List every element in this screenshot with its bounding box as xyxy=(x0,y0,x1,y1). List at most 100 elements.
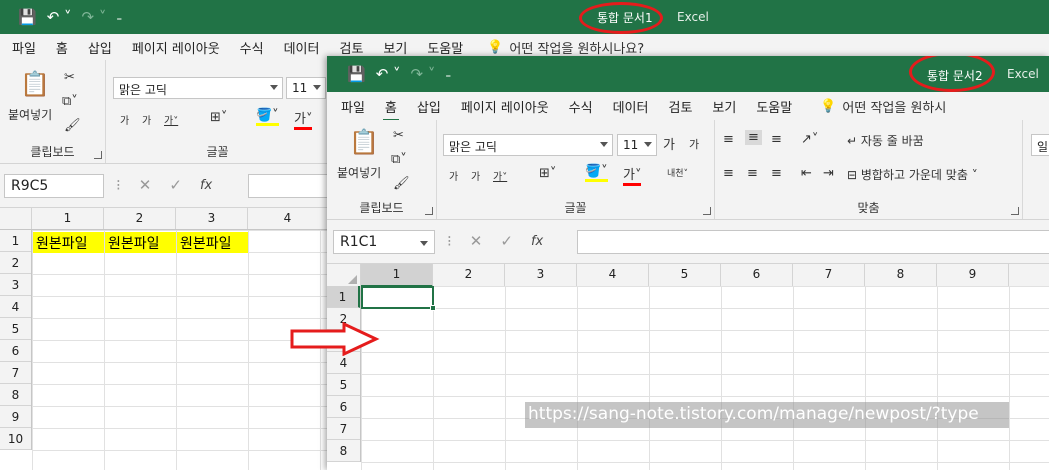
column-header[interactable]: 2 xyxy=(104,208,176,229)
row-header[interactable]: 5 xyxy=(0,318,31,340)
format-painter-icon[interactable]: 🖌 xyxy=(393,176,410,191)
customize-qat-icon[interactable]: ₌ xyxy=(445,68,451,81)
sheet-grid-2[interactable] xyxy=(361,286,1049,470)
column-header[interactable]: 3 xyxy=(176,208,248,229)
cell-r1c3[interactable]: 원본파일 xyxy=(177,232,248,253)
align-center-icon[interactable]: ≡ xyxy=(747,166,758,181)
select-all-corner[interactable] xyxy=(0,208,32,229)
font-color-icon[interactable]: 가˅ xyxy=(294,108,313,130)
fill-handle-icon[interactable] xyxy=(430,305,436,311)
cell-r1c1[interactable]: 원본파일 xyxy=(33,232,104,253)
bold-icon[interactable]: 가 xyxy=(449,168,458,183)
cell-r1c2[interactable]: 원본파일 xyxy=(105,232,176,253)
italic-icon[interactable]: 가 xyxy=(471,168,480,183)
save-icon[interactable]: 💾 xyxy=(347,65,366,83)
tab-data[interactable]: 데이터 xyxy=(603,97,659,116)
tab-home[interactable]: 홈 xyxy=(375,97,407,121)
format-painter-icon[interactable]: 🖌 xyxy=(64,118,81,133)
merge-center-button[interactable]: ⊟ 병합하고 가운데 맞춤 ˅ xyxy=(847,166,978,183)
tab-data[interactable]: 데이터 xyxy=(274,38,330,57)
tab-review[interactable]: 검토 xyxy=(329,38,373,57)
tell-me-box[interactable]: 💡 어떤 작업을 원하시 xyxy=(820,97,946,116)
copy-icon[interactable]: ⧉˅ xyxy=(62,94,78,109)
paste-button[interactable]: 붙여넣기 xyxy=(337,164,381,181)
tab-page-layout[interactable]: 페이지 레이아웃 xyxy=(122,38,230,57)
tab-insert[interactable]: 삽입 xyxy=(78,38,122,57)
align-right-icon[interactable]: ≡ xyxy=(771,166,782,181)
tab-file[interactable]: 파일 xyxy=(2,38,46,57)
column-header[interactable]: 5 xyxy=(649,264,721,287)
row-header[interactable]: 2 xyxy=(0,252,31,274)
decrease-font-icon[interactable]: 가 xyxy=(689,136,699,152)
number-format-combo[interactable]: 일빈 xyxy=(1031,134,1049,156)
row-header[interactable]: 7 xyxy=(0,362,31,384)
tab-review[interactable]: 검토 xyxy=(658,97,702,116)
select-all-corner[interactable] xyxy=(327,264,361,287)
paste-icon[interactable]: 📋 xyxy=(349,128,379,156)
clipboard-launcher-icon[interactable] xyxy=(425,207,433,215)
tab-page-layout[interactable]: 페이지 레이아웃 xyxy=(451,97,559,116)
column-header[interactable]: 3 xyxy=(505,264,577,287)
underline-icon[interactable]: 가˅ xyxy=(164,112,178,127)
align-top-icon[interactable]: ≡ xyxy=(723,132,734,147)
insert-function-icon[interactable]: fx xyxy=(531,234,543,249)
active-cell[interactable] xyxy=(361,286,436,311)
column-header[interactable]: 6 xyxy=(721,264,793,287)
column-header[interactable]: 8 xyxy=(865,264,937,287)
tab-home[interactable]: 홈 xyxy=(46,38,78,62)
column-header[interactable]: 4 xyxy=(577,264,649,287)
cancel-icon[interactable]: ✕ xyxy=(139,176,152,194)
font-size-combo[interactable]: 11 xyxy=(286,77,326,99)
column-header[interactable]: 2 xyxy=(433,264,505,287)
column-header[interactable]: 1 xyxy=(361,264,433,287)
increase-font-icon[interactable]: 가 xyxy=(663,134,675,153)
tab-view[interactable]: 보기 xyxy=(373,38,417,57)
tab-insert[interactable]: 삽입 xyxy=(407,97,451,116)
row-header[interactable]: 7 xyxy=(327,418,360,440)
tab-formulas[interactable]: 수식 xyxy=(230,38,274,57)
tab-help[interactable]: 도움말 xyxy=(417,38,473,57)
name-box[interactable]: R1C1 xyxy=(333,230,435,254)
column-header[interactable]: 10 xyxy=(1009,264,1049,287)
font-launcher-icon[interactable] xyxy=(703,207,711,215)
phonetic-icon[interactable]: 내천˅ xyxy=(667,166,688,179)
row-header[interactable]: 6 xyxy=(0,340,31,362)
increase-indent-icon[interactable]: ⇥ xyxy=(823,166,834,181)
fill-color-icon[interactable]: 🪣˅ xyxy=(585,164,608,182)
borders-icon[interactable]: ⊞˅ xyxy=(539,166,556,181)
alignment-launcher-icon[interactable] xyxy=(1011,207,1019,215)
row-header[interactable]: 4 xyxy=(0,296,31,318)
cut-icon[interactable]: ✂ xyxy=(393,128,404,143)
underline-icon[interactable]: 가˅ xyxy=(493,168,507,183)
font-name-combo[interactable]: 맑은 고딕 xyxy=(113,77,283,99)
tell-me-box[interactable]: 💡 어떤 작업을 원하시나요? xyxy=(487,38,644,57)
paste-button[interactable]: 붙여넣기 xyxy=(8,106,52,123)
tab-help[interactable]: 도움말 xyxy=(746,97,802,116)
font-color-icon[interactable]: 가˅ xyxy=(623,164,642,186)
enter-icon[interactable]: ✓ xyxy=(500,232,513,250)
cancel-icon[interactable]: ✕ xyxy=(470,232,483,250)
font-name-combo[interactable]: 맑은 고딕 xyxy=(443,134,613,156)
bold-icon[interactable]: 가 xyxy=(120,112,129,127)
formula-input[interactable] xyxy=(577,230,1049,254)
orientation-icon[interactable]: ↗˅ xyxy=(801,132,818,147)
align-bottom-icon[interactable]: ≡ xyxy=(771,132,782,147)
wrap-text-button[interactable]: ↵ 자동 줄 바꿈 xyxy=(847,132,924,149)
column-header[interactable]: 4 xyxy=(248,208,328,229)
column-header[interactable]: 7 xyxy=(793,264,865,287)
align-middle-icon[interactable]: ≡ xyxy=(745,130,762,145)
column-header[interactable]: 1 xyxy=(32,208,104,229)
decrease-indent-icon[interactable]: ⇤ xyxy=(801,166,812,181)
clipboard-launcher-icon[interactable] xyxy=(94,151,102,159)
formula-input[interactable] xyxy=(248,174,338,198)
row-header[interactable]: 5 xyxy=(327,374,360,396)
customize-qat-icon[interactable]: ₌ xyxy=(116,11,122,24)
font-size-combo[interactable]: 11 xyxy=(617,134,657,156)
row-header[interactable]: 10 xyxy=(0,428,31,450)
copy-icon[interactable]: ⧉˅ xyxy=(391,152,407,167)
italic-icon[interactable]: 가 xyxy=(142,112,151,127)
tab-view[interactable]: 보기 xyxy=(702,97,746,116)
row-header[interactable]: 8 xyxy=(0,384,31,406)
undo-icon[interactable]: ↶ ˅ xyxy=(47,8,72,26)
row-header[interactable]: 9 xyxy=(0,406,31,428)
